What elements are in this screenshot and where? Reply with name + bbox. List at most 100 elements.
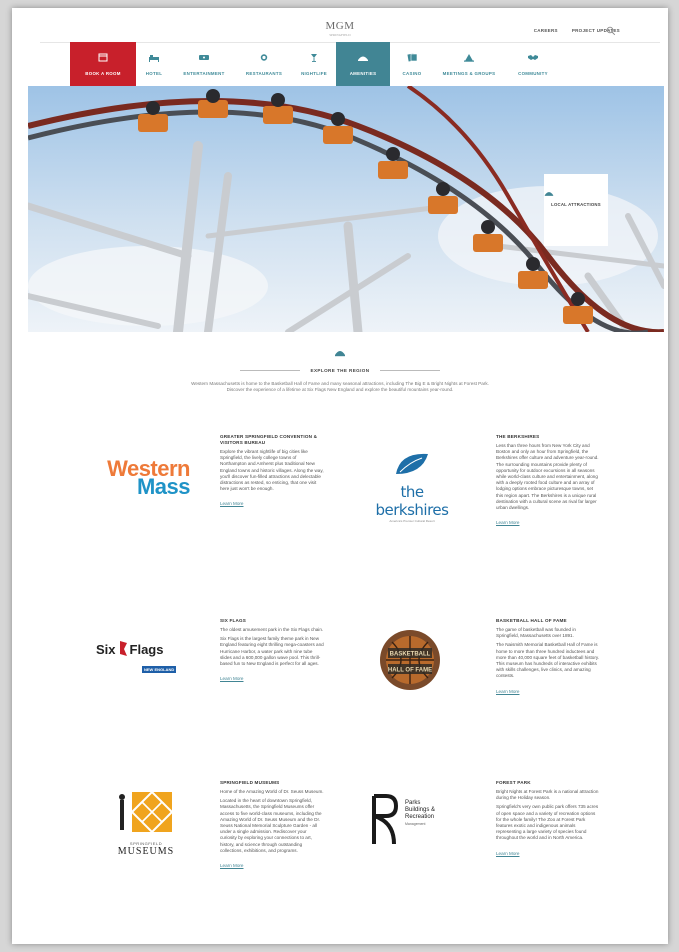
- nav-casino[interactable]: CASINO: [390, 42, 434, 86]
- learn-more-link[interactable]: Learn More: [496, 689, 520, 694]
- listing-description: Less than three hours from New York City…: [496, 443, 600, 511]
- nav-label: HOTEL: [145, 71, 163, 76]
- logo-word: Flags: [129, 641, 164, 657]
- museums-emblem-icon: [119, 790, 174, 834]
- dining-icon: [260, 54, 268, 61]
- logo-tagline: America's Premier Cultural Resort: [389, 519, 435, 523]
- six-flags-mark: Six Flags: [96, 640, 196, 658]
- learn-more-link[interactable]: Learn More: [220, 501, 244, 506]
- listing-paragraph: Springfield's very own public park offer…: [496, 804, 599, 841]
- amenities-icon: [358, 56, 368, 61]
- logo-word: Parks: [405, 800, 421, 806]
- meetings-icon: [464, 54, 474, 62]
- listing-paragraph: Located in the heart of downtown Springf…: [220, 798, 322, 853]
- cards-icon: [407, 53, 418, 62]
- basketball-icon: BASKETBALL HALL OF FAME: [380, 630, 440, 690]
- logo-tagline: NEW ENGLAND: [142, 666, 177, 673]
- intro-title: EXPLORE THE REGION: [310, 368, 370, 373]
- basketball-hof-logo[interactable]: BASKETBALL HALL OF FAME: [378, 628, 442, 692]
- listing-berkshires: THE BERKSHIRES Less than three hours fro…: [496, 434, 600, 529]
- nav-label: NIGHTLIFE: [301, 71, 327, 76]
- listing-title: SPRINGFIELD MUSEUMS: [220, 780, 280, 785]
- logo-word: HALL OF FAME: [388, 668, 432, 674]
- listing-paragraph: The oldest amusement park in the Six Fla…: [220, 627, 324, 632]
- nav-label: COMMUNITY: [518, 71, 548, 76]
- logo-word: Buildings &: [405, 807, 436, 813]
- springfield-museums-logo[interactable]: SPRINGFIELD MUSEUMS: [106, 790, 186, 857]
- learn-more-link[interactable]: Learn More: [220, 863, 244, 868]
- listing-gscvb: GREATER SPRINGFIELD CONVENTION & VISITOR…: [220, 434, 324, 510]
- bed-icon: [149, 55, 159, 62]
- nav-hotel[interactable]: HOTEL: [136, 42, 172, 86]
- search-icon[interactable]: [606, 26, 616, 36]
- listing-title: BASKETBALL HALL OF FAME: [496, 618, 567, 623]
- listing-paragraph: Explore the vibrant nightlife of big cit…: [220, 449, 324, 492]
- cocktail-icon: [311, 54, 317, 62]
- nav-label: ENTERTAINMENT: [183, 71, 225, 76]
- listing-title: SIX FLAGS: [220, 618, 247, 623]
- nav-label: RESTAURANTS: [245, 71, 283, 76]
- logo-text-block: Parks Buildings & Recreation Management: [405, 800, 435, 828]
- learn-more-link[interactable]: Learn More: [496, 851, 520, 856]
- divider: [379, 370, 440, 371]
- logo-word: BASKETBALL: [390, 652, 431, 658]
- nav-book-a-room[interactable]: BOOK A ROOM: [70, 42, 136, 86]
- nav-label: BOOK A ROOM: [85, 71, 121, 76]
- flag-icon: [119, 641, 127, 656]
- nav-label: MEETINGS & GROUPS: [442, 71, 496, 76]
- mgm-logo[interactable]: MGM SPRINGFIELD: [315, 20, 365, 37]
- listing-description: Bright Nights at Forest Park is a nation…: [496, 789, 600, 842]
- learn-more-link[interactable]: Learn More: [496, 520, 520, 525]
- hero-image: LOCAL ATTRACTIONS: [28, 86, 664, 332]
- handshake-icon: [528, 55, 538, 60]
- listing-title: FOREST PARK: [496, 780, 531, 785]
- intro-text: Western Massachusetts is home to the Bas…: [191, 381, 489, 392]
- nav-amenities[interactable]: AMENITIES: [336, 42, 390, 86]
- intro-section: EXPLORE THE REGION Western Massachusetts…: [12, 344, 668, 393]
- listing-paragraph: The game of basketball was founded in Sp…: [496, 627, 576, 639]
- top-header: MGM SPRINGFIELD CAREERS PROJECT UPDATES: [12, 8, 668, 44]
- main-nav: BOOK A ROOM HOTEL ENTERTAINMENT RESTAURA…: [70, 42, 562, 86]
- nav-label: AMENITIES: [349, 71, 377, 76]
- nav-meetings-groups[interactable]: MEETINGS & GROUPS: [434, 42, 504, 86]
- logo-word: the berkshires: [375, 483, 449, 519]
- six-flags-logo[interactable]: Six Flags NEW ENGLAND: [96, 640, 196, 676]
- listing-paragraph: Home of the Amazing World of Dr. Seuss M…: [220, 789, 324, 794]
- amenities-icon: [544, 192, 554, 196]
- nav-restaurants[interactable]: RESTAURANTS: [236, 42, 292, 86]
- logo-text: MGM: [325, 20, 355, 32]
- berkshires-logo[interactable]: the berkshires America's Premier Cultura…: [362, 448, 462, 523]
- logo-word: Recreation: [405, 814, 435, 820]
- leaf-icon: [396, 453, 428, 474]
- listing-description: The oldest amusement park in the Six Fla…: [220, 627, 324, 667]
- listing-paragraph: The Naismith Memorial Basketball Hall of…: [496, 642, 600, 679]
- local-attractions-card[interactable]: LOCAL ATTRACTIONS: [544, 174, 608, 246]
- page: MGM SPRINGFIELD CAREERS PROJECT UPDATES …: [12, 8, 668, 944]
- listing-title: THE BERKSHIRES: [496, 434, 540, 439]
- listing-paragraph: Bright Nights at Forest Park is a nation…: [496, 789, 599, 801]
- listing-six-flags: SIX FLAGS The oldest amusement park in t…: [220, 618, 324, 685]
- parks-buildings-logo[interactable]: Parks Buildings & Recreation Management: [368, 792, 478, 848]
- listing-description: The game of basketball was founded in Sp…: [496, 627, 600, 680]
- pbrm-monogram-icon: [372, 794, 399, 845]
- listing-basketball-hof: BASKETBALL HALL OF FAME The game of bask…: [496, 618, 600, 698]
- amenities-icon: [335, 351, 345, 357]
- learn-more-link[interactable]: Learn More: [220, 676, 244, 681]
- nav-nightlife[interactable]: NIGHTLIFE: [292, 42, 336, 86]
- intro-title-row: EXPLORE THE REGION: [12, 368, 668, 373]
- ticket-icon: [199, 55, 209, 60]
- western-mass-logo[interactable]: Western Mass: [82, 458, 191, 499]
- nav-community[interactable]: COMMUNITY: [504, 42, 562, 86]
- listing-paragraph: Less than three hours from New York City…: [496, 443, 599, 511]
- nav-label: CASINO: [402, 71, 422, 76]
- logo-word: Six: [96, 641, 116, 657]
- careers-link[interactable]: CAREERS: [534, 28, 558, 33]
- listing-forest-park: FOREST PARK Bright Nights at Forest Park…: [496, 780, 600, 860]
- card-label: LOCAL ATTRACTIONS: [551, 202, 601, 207]
- logo-word: Mass: [136, 474, 191, 499]
- listing-paragraph: Six Flags is the largest family theme pa…: [220, 636, 324, 667]
- calendar-icon: [98, 53, 108, 62]
- listing-description: Home of the Amazing World of Dr. Seuss M…: [220, 789, 324, 854]
- nav-entertainment[interactable]: ENTERTAINMENT: [172, 42, 236, 86]
- logo-subtext: SPRINGFIELD: [329, 33, 351, 37]
